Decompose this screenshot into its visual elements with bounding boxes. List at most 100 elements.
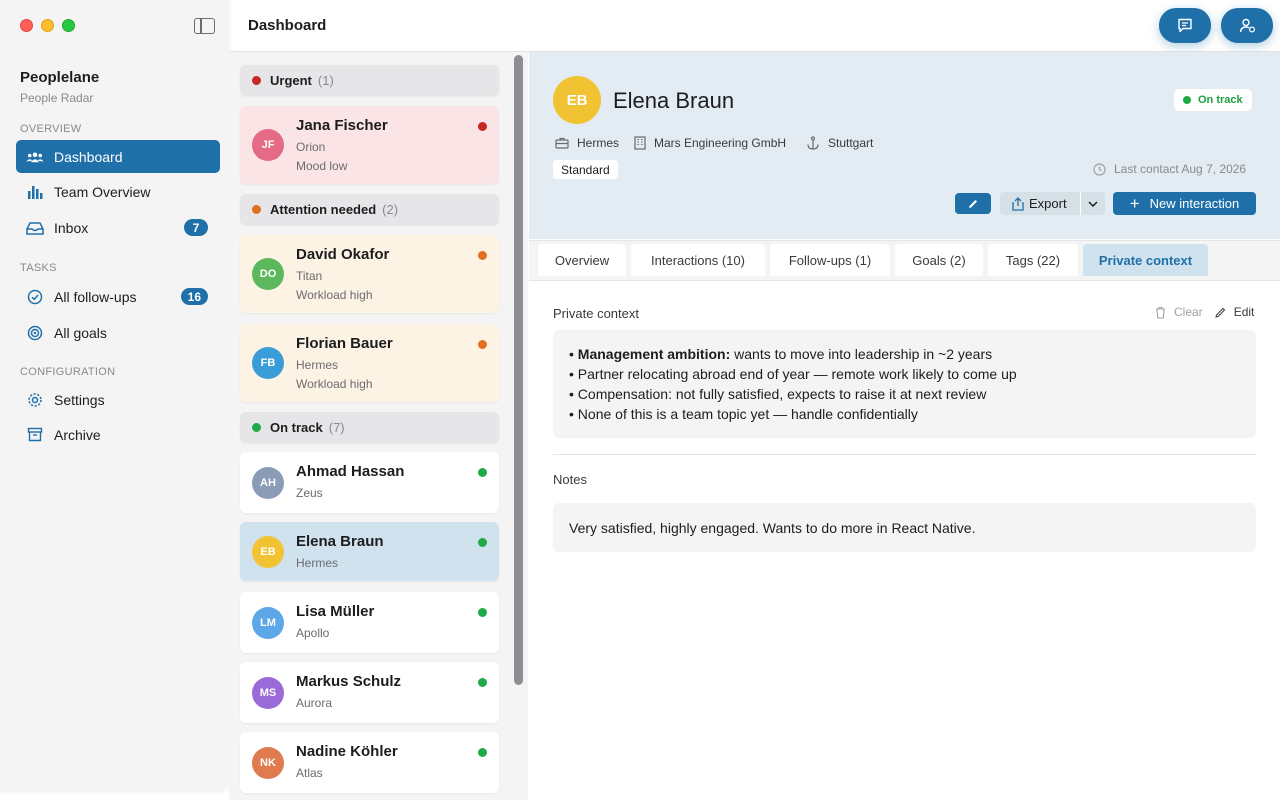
detail-team: Hermes — [555, 136, 619, 150]
person-name: Jana Fischer — [296, 117, 388, 134]
group-header-attention[interactable]: Attention needed (2) — [240, 194, 499, 225]
target-icon — [26, 325, 44, 341]
clear-label: Clear — [1174, 305, 1203, 319]
attention-dot — [252, 205, 261, 214]
tab-goals[interactable]: Goals (2) — [895, 244, 983, 276]
group-header-on-track[interactable]: On track (7) — [240, 412, 499, 443]
list-item-florian-bauer[interactable]: FB Florian Bauer Hermes Workload high — [240, 324, 499, 402]
context-line: • None of this is a team topic yet — han… — [569, 406, 918, 422]
list-item-elena-braun[interactable]: EB Elena Braun Hermes — [240, 522, 499, 581]
avatar: JF — [252, 129, 284, 161]
status-dot — [478, 468, 487, 477]
pencil-icon — [969, 199, 977, 208]
share-icon — [1012, 196, 1024, 211]
private-context-actions: Clear Edit — [1155, 305, 1254, 319]
context-line-text: Compensation: not fully satisfied, expec… — [577, 386, 987, 402]
team-name: Hermes — [577, 136, 620, 150]
briefcase-icon — [555, 137, 569, 149]
list-item-jana-fischer[interactable]: JF Jana Fischer Orion Mood low — [240, 106, 499, 184]
list-scrollbar[interactable] — [514, 55, 523, 685]
chat-button[interactable] — [1159, 8, 1211, 43]
person-team: Hermes — [296, 556, 339, 570]
person-name: Markus Schulz — [296, 673, 402, 690]
avatar: AH — [252, 467, 284, 499]
tab-follow-ups[interactable]: Follow-ups (1) — [770, 244, 890, 276]
status-label: On track — [1198, 94, 1243, 106]
people-icon — [26, 149, 44, 165]
app-subtitle: People Radar — [20, 91, 94, 105]
close-window-button[interactable] — [20, 19, 33, 32]
list-item-lisa-muller[interactable]: LM Lisa Müller Apollo — [240, 592, 499, 653]
sidebar-item-label: Archive — [54, 426, 101, 443]
detail-company: Mars Engineering GmbH — [634, 136, 786, 150]
export-button[interactable]: Export — [1000, 192, 1105, 215]
sidebar-item-inbox[interactable]: Inbox 7 — [16, 211, 220, 244]
group-count: (1) — [317, 73, 334, 88]
person-team: Aurora — [296, 696, 333, 710]
zoom-window-button[interactable] — [62, 19, 75, 32]
pencil-icon — [1215, 307, 1225, 318]
sidebar-item-settings[interactable]: Settings — [16, 383, 220, 416]
sidebar-item-label: Team Overview — [54, 183, 151, 200]
group-header-urgent[interactable]: Urgent (1) — [240, 65, 499, 96]
list-item-david-okafor[interactable]: DO David Okafor Titan Workload high — [240, 235, 499, 313]
check-circle-icon — [26, 289, 44, 305]
sidebar-item-team-overview[interactable]: Team Overview — [16, 175, 220, 208]
detail-avatar: EB — [553, 76, 601, 124]
person-team: Atlas — [296, 766, 323, 780]
building-icon — [634, 136, 646, 150]
sidebar-item-label: All goals — [54, 324, 107, 341]
tab-interactions[interactable]: Interactions (10) — [631, 244, 765, 276]
sidebar-item-label: Dashboard — [54, 148, 123, 165]
group-label: Attention needed — [270, 202, 377, 217]
tier-badge: Standard — [553, 160, 618, 179]
list-item-nadine-kohler[interactable]: NK Nadine Köhler Atlas — [240, 732, 499, 793]
avatar: NK — [252, 747, 284, 779]
person-name: Elena Braun — [296, 533, 384, 550]
inbox-icon — [26, 220, 44, 236]
private-context-box: • Management ambition: wants to move int… — [553, 330, 1256, 438]
avatar: LM — [252, 607, 284, 639]
sidebar-item-label: All follow-ups — [54, 288, 137, 305]
archive-icon — [26, 427, 44, 443]
user-settings-icon — [1239, 18, 1255, 33]
on-track-dot — [1183, 96, 1191, 104]
status-dot — [478, 538, 487, 547]
section-label-tasks: TASKS — [20, 262, 57, 274]
bar-chart-icon — [26, 184, 44, 200]
avatar: EB — [252, 536, 284, 568]
edit-context-button[interactable]: Edit — [1215, 305, 1254, 319]
person-name: David Okafor — [296, 246, 390, 263]
list-item-markus-schulz[interactable]: MS Markus Schulz Aurora — [240, 662, 499, 723]
last-contact: Last contact Aug 7, 2026 — [1093, 162, 1246, 176]
company-name: Mars Engineering GmbH — [654, 136, 787, 150]
context-line: • Compensation: not fully satisfied, exp… — [569, 386, 987, 402]
new-interaction-button[interactable]: + New interaction — [1113, 192, 1256, 215]
avatar: MS — [252, 677, 284, 709]
sidebar-item-goals[interactable]: All goals — [16, 316, 220, 349]
sidebar-item-follow-ups[interactable]: All follow-ups 16 — [16, 280, 220, 313]
sidebar: Peoplelane People Radar OVERVIEW Dashboa… — [0, 0, 229, 792]
status-badge: On track — [1174, 89, 1252, 111]
profile-settings-button[interactable] — [1221, 8, 1273, 43]
edit-person-button[interactable] — [955, 193, 991, 214]
clock-icon — [1093, 162, 1106, 176]
clear-button[interactable]: Clear — [1155, 305, 1203, 319]
plus-icon: + — [1129, 194, 1140, 213]
person-team: Zeus — [296, 486, 323, 500]
context-line-text: None of this is a team topic yet — handl… — [577, 406, 918, 422]
sidebar-item-dashboard[interactable]: Dashboard — [16, 140, 220, 173]
person-flag: Workload high — [296, 377, 373, 391]
sidebar-toggle-icon[interactable] — [194, 18, 215, 34]
sidebar-item-archive[interactable]: Archive — [16, 418, 220, 451]
trash-icon — [1156, 306, 1165, 319]
tab-private-context[interactable]: Private context — [1083, 244, 1208, 276]
list-item-ahmad-hassan[interactable]: AH Ahmad Hassan Zeus — [240, 452, 499, 513]
minimize-window-button[interactable] — [41, 19, 54, 32]
person-name: Nadine Köhler — [296, 743, 398, 760]
detail-person-name: Elena Braun — [613, 88, 735, 113]
tab-tags[interactable]: Tags (22) — [988, 244, 1078, 276]
export-main-button[interactable]: Export — [1000, 192, 1080, 215]
export-dropdown-toggle[interactable] — [1081, 200, 1105, 207]
tab-overview[interactable]: Overview — [538, 244, 626, 276]
